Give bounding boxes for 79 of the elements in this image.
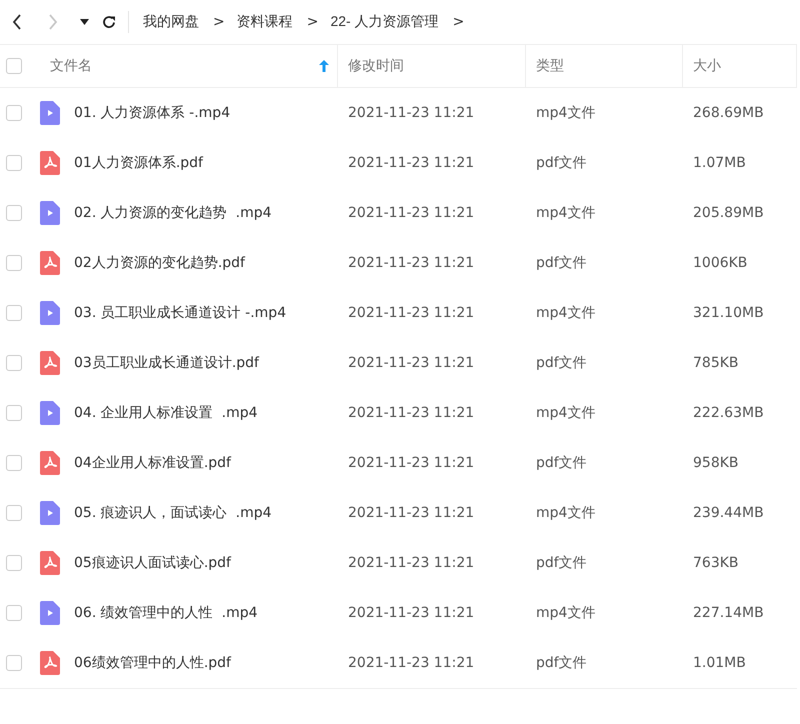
file-name[interactable]: 01. 人力资源体系 -.mp4 (74, 104, 230, 122)
file-name[interactable]: 04企业用人标准设置.pdf (74, 454, 231, 472)
row-checkbox[interactable] (6, 505, 22, 521)
file-name[interactable]: 01人力资源体系.pdf (74, 154, 203, 172)
modified-time: 2021-11-23 11:21 (347, 105, 476, 121)
modified-time: 2021-11-23 11:21 (347, 405, 476, 421)
file-type: pdf文件 (535, 154, 588, 172)
file-type: pdf文件 (535, 254, 588, 272)
file-type: pdf文件 (535, 354, 588, 372)
modified-time: 2021-11-23 11:21 (347, 305, 476, 321)
file-type: mp4文件 (535, 204, 596, 222)
column-header[interactable]: 修改时间 (338, 45, 526, 87)
file-type: mp4文件 (535, 604, 596, 622)
file-name[interactable]: 06. 绩效管理中的人性 .mp4 (74, 604, 258, 622)
file-size: 239.44MB (692, 505, 765, 521)
modified-time: 2021-11-23 11:21 (347, 605, 476, 621)
row-checkbox[interactable] (6, 555, 22, 571)
refresh-icon (101, 14, 117, 30)
breadcrumb-link[interactable]: 我的网盘 (143, 13, 199, 31)
modified-time: 2021-11-23 11:21 (347, 355, 476, 371)
row-checkbox[interactable] (6, 405, 22, 421)
file-size: 222.63MB (692, 405, 765, 421)
breadcrumb-link[interactable]: 22- 人力资源管理 (330, 13, 439, 31)
modified-time: 2021-11-23 11:21 (347, 455, 476, 471)
row-checkbox[interactable] (6, 355, 22, 371)
file-size: 205.89MB (692, 205, 765, 221)
file-size: 958KB (692, 455, 740, 471)
breadcrumb-link[interactable]: 资料课程 (236, 13, 293, 31)
column-label: 大小 (693, 57, 722, 75)
file-size: 785KB (692, 355, 740, 371)
modified-time: 2021-11-23 11:21 (347, 655, 476, 671)
file-name[interactable]: 05. 痕迹识人，面试读心 .mp4 (74, 504, 272, 522)
file-name[interactable]: 04. 企业用人标准设置 .mp4 (74, 404, 258, 422)
select-all-checkbox[interactable] (6, 58, 22, 74)
file-type: mp4文件 (535, 404, 596, 422)
file-size: 227.14MB (692, 605, 765, 621)
breadcrumb-separator: > (213, 14, 225, 30)
file-size: 321.10MB (692, 305, 765, 321)
file-size: 1006KB (692, 255, 748, 271)
column-header[interactable]: 文件名 (40, 45, 338, 87)
file-name[interactable]: 05痕迹识人面试读心.pdf (74, 554, 231, 572)
file-name[interactable]: 06绩效管理中的人性.pdf (74, 654, 231, 672)
file-name[interactable]: 03员工职业成长通道设计.pdf (74, 354, 259, 372)
file-type: mp4文件 (535, 104, 596, 122)
file-size: 1.07MB (692, 155, 747, 171)
file-type: pdf文件 (535, 454, 588, 472)
file-name[interactable]: 02人力资源的变化趋势.pdf (74, 254, 245, 272)
file-name[interactable]: 03. 员工职业成长通道设计 -.mp4 (74, 304, 286, 322)
modified-time: 2021-11-23 11:21 (347, 155, 476, 171)
back-chevron-icon (12, 14, 22, 30)
column-label: 类型 (536, 57, 565, 75)
column-label: 修改时间 (348, 57, 405, 75)
row-checkbox[interactable] (6, 455, 22, 471)
file-type: mp4文件 (535, 504, 596, 522)
file-type: pdf文件 (535, 554, 588, 572)
caret-icon (80, 19, 88, 25)
file-size: 268.69MB (692, 105, 765, 121)
file-size: 1.01MB (692, 655, 747, 671)
row-checkbox[interactable] (6, 605, 22, 621)
breadcrumb-separator: > (452, 14, 464, 30)
column-label: 文件名 (50, 57, 93, 75)
modified-time: 2021-11-23 11:21 (347, 505, 476, 521)
row-checkbox[interactable] (6, 155, 22, 171)
forward-chevron-icon (48, 14, 58, 30)
row-checkbox[interactable] (6, 105, 22, 121)
row-checkbox[interactable] (6, 655, 22, 671)
breadcrumb-separator: > (306, 14, 318, 30)
modified-time: 2021-11-23 11:21 (347, 555, 476, 571)
modified-time: 2021-11-23 11:21 (347, 205, 476, 221)
file-size: 763KB (692, 555, 740, 571)
column-header[interactable]: 类型 (526, 45, 683, 87)
file-type: mp4文件 (535, 304, 596, 322)
modified-time: 2021-11-23 11:21 (347, 255, 476, 271)
row-checkbox[interactable] (6, 255, 22, 271)
file-name[interactable]: 02. 人力资源的变化趋势 .mp4 (74, 204, 272, 222)
file-type: pdf文件 (535, 654, 588, 672)
row-checkbox[interactable] (6, 205, 22, 221)
column-header[interactable]: 大小 (683, 45, 797, 87)
row-checkbox[interactable] (6, 305, 22, 321)
